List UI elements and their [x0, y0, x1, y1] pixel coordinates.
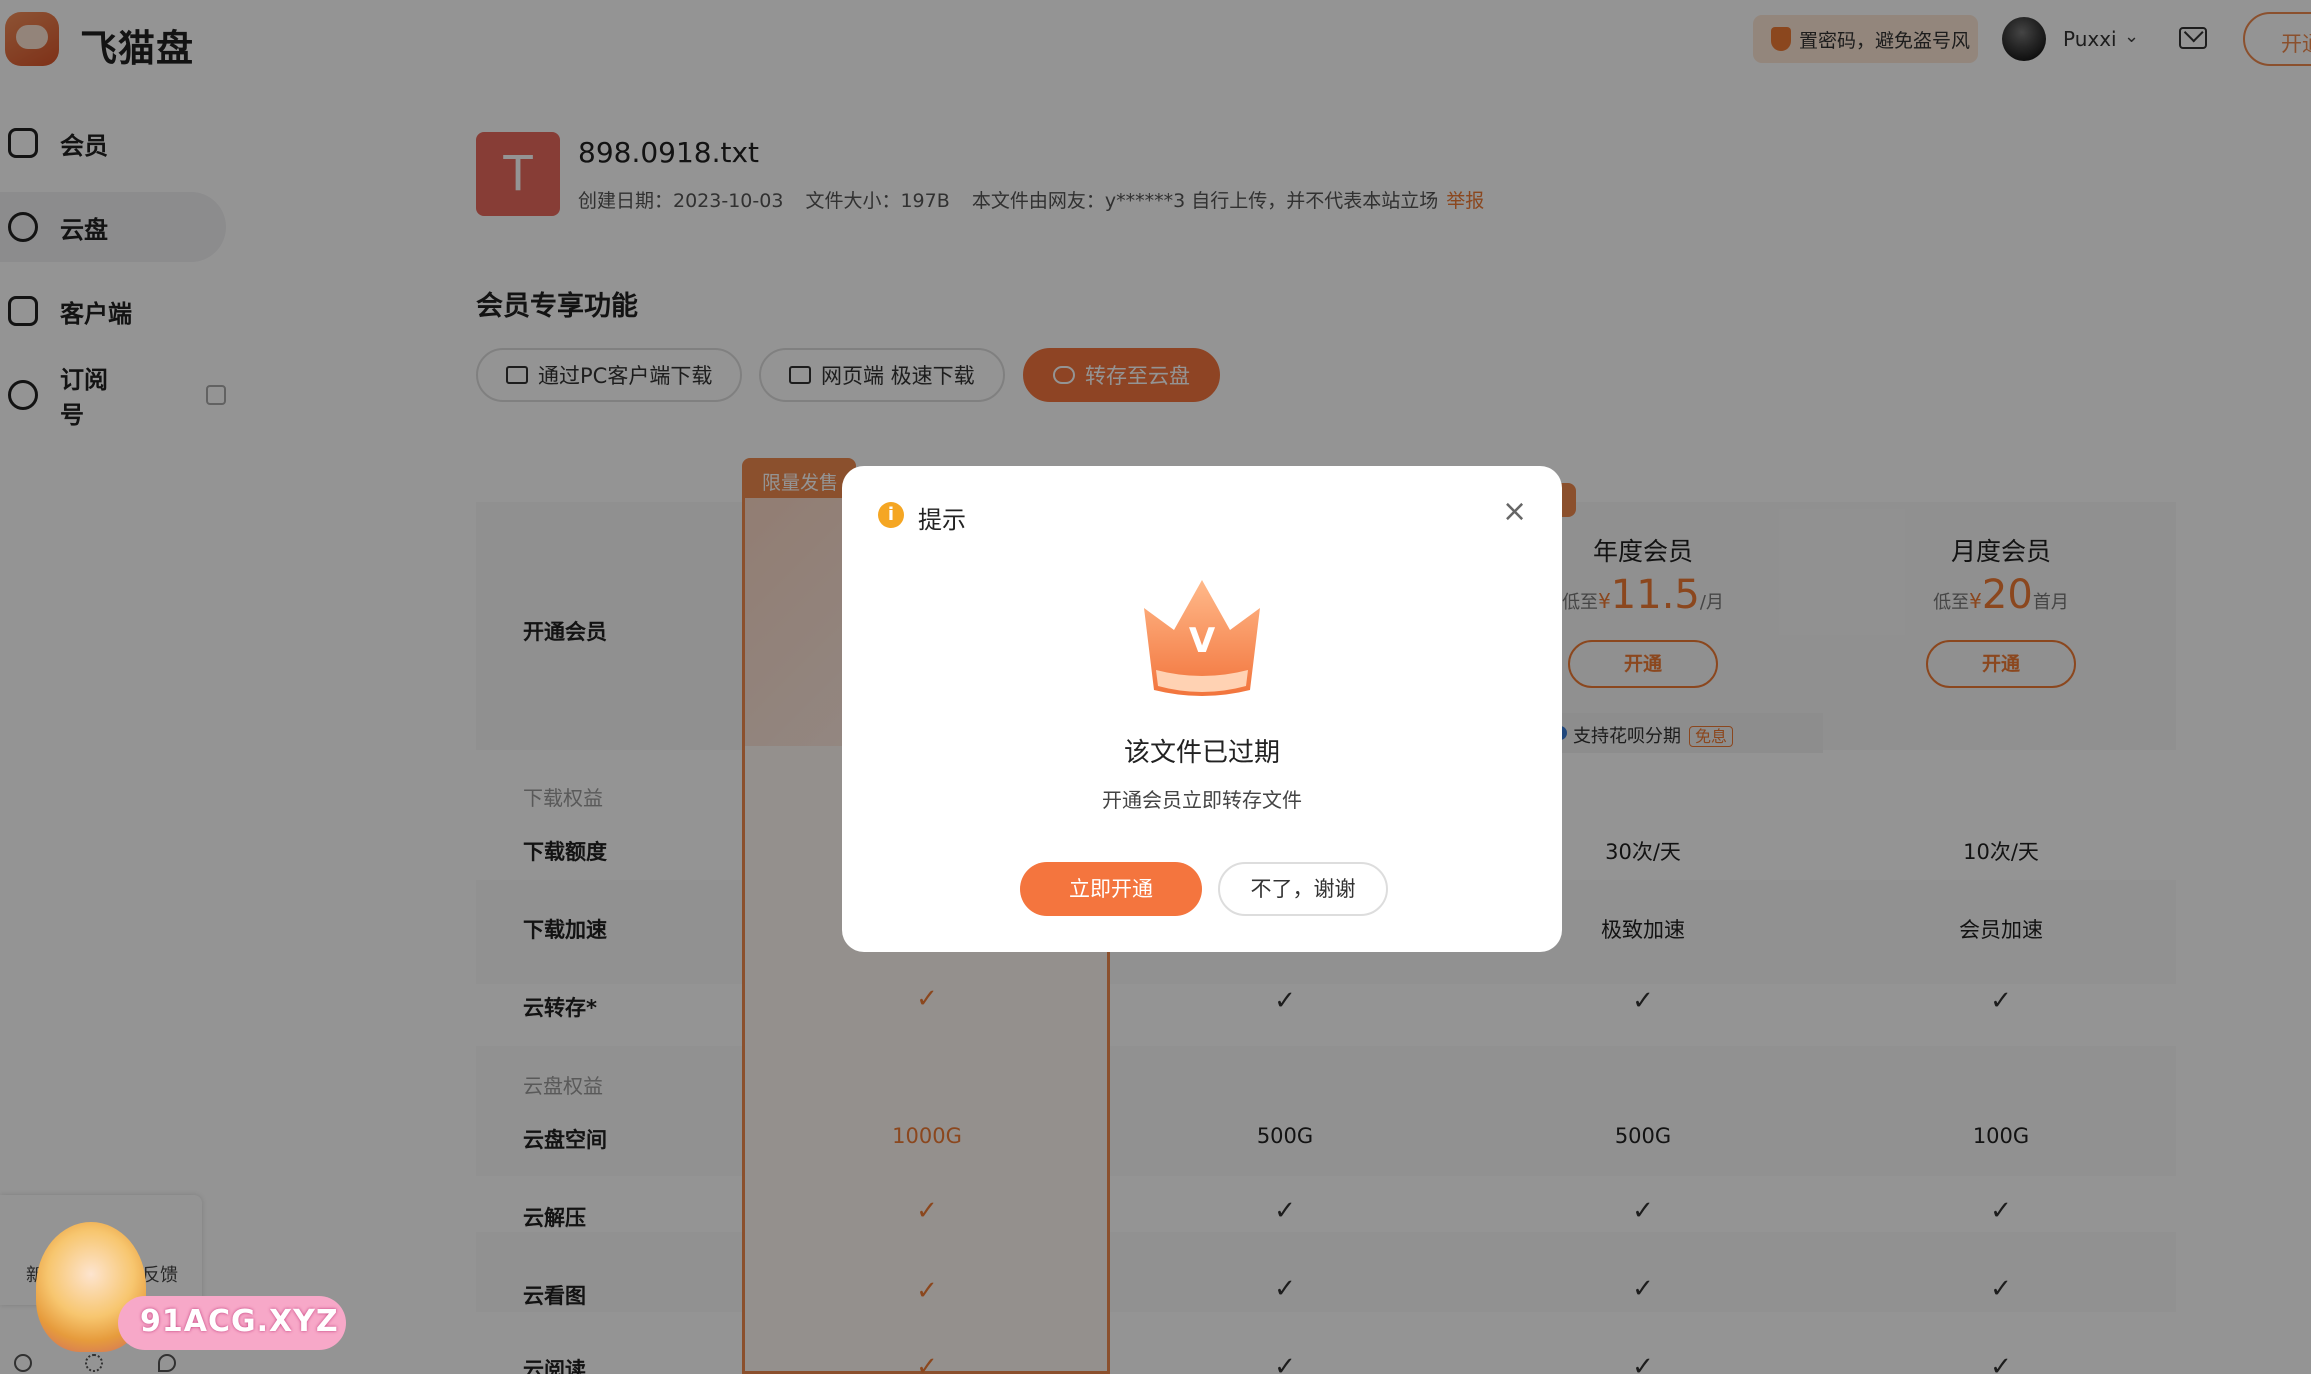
crown-letter: V [1189, 621, 1216, 661]
close-icon[interactable]: × [1502, 494, 1527, 529]
open-now-button[interactable]: 立即开通 [1020, 862, 1202, 916]
dialog-title: 提示 [918, 506, 966, 534]
watermark: 91ACG.XYZ [118, 1296, 346, 1350]
expired-file-dialog: i 提示 × V 该文件已过期 开通会员立即转存文件 立即开通 不了，谢谢 [842, 466, 1562, 952]
no-thanks-button[interactable]: 不了，谢谢 [1218, 862, 1388, 916]
dialog-subtext: 开通会员立即转存文件 [1102, 788, 1302, 812]
dialog-heading: 该文件已过期 [1123, 738, 1280, 768]
info-icon: i [878, 502, 904, 528]
crown-icon: V [1144, 580, 1260, 696]
